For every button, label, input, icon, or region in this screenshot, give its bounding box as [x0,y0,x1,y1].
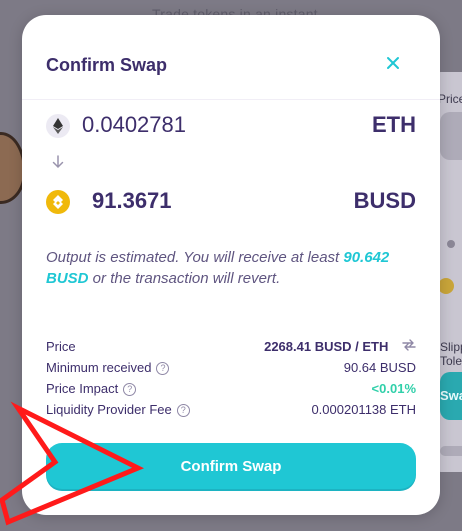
app-stage: Trade tokens in an instant Price Slippag… [0,0,462,531]
estimate-prefix: Output is estimated. You will receive at… [46,249,344,266]
background-input-field [440,112,462,160]
minimum-value: 90.64 BUSD [343,360,416,375]
confirm-swap-modal: Confirm Swap 0.0402781 ETH 91.3671 BUSD … [22,15,440,515]
impact-label-group: Price Impact? [46,381,137,396]
price-value: 2268.41 BUSD / ETH [264,339,389,354]
detail-row-fee: Liquidity Provider Fee? 0.000201138 ETH [46,400,416,421]
output-symbol: BUSD [353,188,416,213]
help-icon[interactable]: ? [123,383,137,396]
minimum-label: Minimum received [46,360,152,375]
modal-title: Confirm Swap [46,55,168,75]
detail-row-price: Price 2268.41 BUSD / ETH [46,337,416,358]
fee-label-group: Liquidity Provider Fee? [46,402,190,417]
detail-row-impact: Price Impact? <0.01% [46,379,416,400]
close-icon[interactable] [381,53,405,77]
input-symbol: ETH [372,112,416,137]
swap-direction-icon[interactable] [402,339,416,354]
background-pill [440,446,462,456]
fee-value: 0.000201138 ETH [311,402,416,417]
output-token-row: 91.3671 BUSD [46,188,416,218]
arrow-down-icon [52,155,64,172]
impact-value: <0.01% [371,381,416,396]
busd-icon [46,190,70,214]
swap-details: Price 2268.41 BUSD / ETH Minimum receive… [46,337,416,421]
confirm-swap-button[interactable]: Confirm Swap [46,443,416,491]
background-dot [447,240,455,248]
detail-row-minimum: Minimum received? 90.64 BUSD [46,358,416,379]
price-value-group: 2268.41 BUSD / ETH [264,339,416,354]
input-token-row: 0.0402781 ETH [46,112,416,142]
fee-label: Liquidity Provider Fee [46,402,172,417]
estimate-suffix: or the transaction will revert. [88,270,281,287]
background-price-label: Price [438,92,462,106]
estimate-notice: Output is estimated. You will receive at… [46,247,416,289]
output-amount: 91.3671 [92,188,172,213]
background-swap-button: Swap [440,372,462,420]
price-label: Price [46,339,76,354]
background-coin-icon [438,278,454,294]
eth-icon [46,114,70,138]
impact-label: Price Impact [46,381,119,396]
close-icon-svg [387,57,399,69]
input-amount: 0.0402781 [82,112,186,137]
minimum-label-group: Minimum received? [46,360,170,375]
help-icon[interactable]: ? [156,362,170,375]
header-divider [22,99,440,100]
background-slippage-label: Slippage Tolerance [440,340,462,368]
help-icon[interactable]: ? [176,404,190,417]
